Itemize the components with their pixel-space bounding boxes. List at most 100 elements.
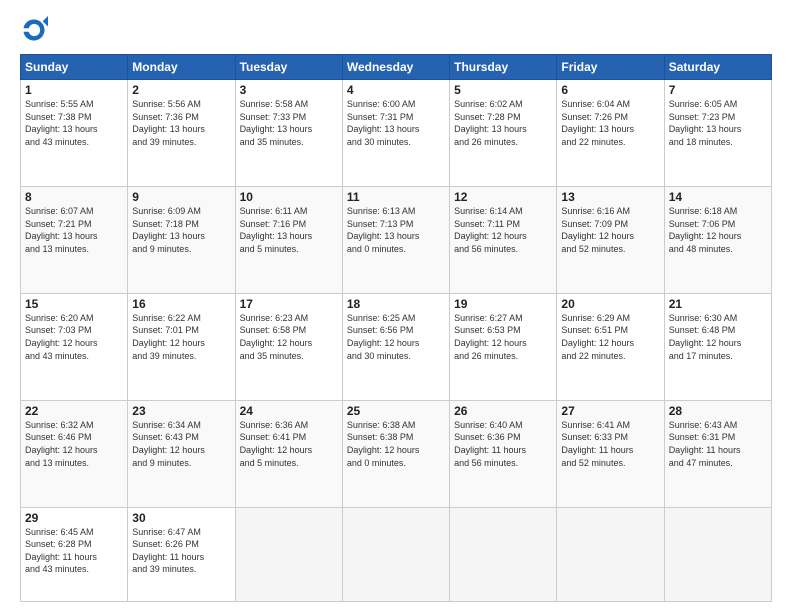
day-info: Sunrise: 6:40 AM Sunset: 6:36 PM Dayligh… <box>454 419 552 469</box>
day-info: Sunrise: 6:23 AM Sunset: 6:58 PM Dayligh… <box>240 312 338 362</box>
day-number: 21 <box>669 297 767 311</box>
header <box>20 16 772 44</box>
day-info: Sunrise: 6:30 AM Sunset: 6:48 PM Dayligh… <box>669 312 767 362</box>
day-number: 15 <box>25 297 123 311</box>
calendar-cell: 30Sunrise: 6:47 AM Sunset: 6:26 PM Dayli… <box>128 507 235 601</box>
calendar-cell <box>450 507 557 601</box>
day-number: 8 <box>25 190 123 204</box>
day-info: Sunrise: 6:41 AM Sunset: 6:33 PM Dayligh… <box>561 419 659 469</box>
calendar-cell: 16Sunrise: 6:22 AM Sunset: 7:01 PM Dayli… <box>128 293 235 400</box>
day-info: Sunrise: 6:29 AM Sunset: 6:51 PM Dayligh… <box>561 312 659 362</box>
calendar-cell: 8Sunrise: 6:07 AM Sunset: 7:21 PM Daylig… <box>21 186 128 293</box>
calendar-week-row: 8Sunrise: 6:07 AM Sunset: 7:21 PM Daylig… <box>21 186 772 293</box>
column-header-saturday: Saturday <box>664 55 771 80</box>
day-number: 1 <box>25 83 123 97</box>
column-header-wednesday: Wednesday <box>342 55 449 80</box>
day-info: Sunrise: 6:32 AM Sunset: 6:46 PM Dayligh… <box>25 419 123 469</box>
day-info: Sunrise: 6:36 AM Sunset: 6:41 PM Dayligh… <box>240 419 338 469</box>
calendar-cell: 10Sunrise: 6:11 AM Sunset: 7:16 PM Dayli… <box>235 186 342 293</box>
logo <box>20 16 54 44</box>
day-number: 2 <box>132 83 230 97</box>
day-number: 11 <box>347 190 445 204</box>
calendar-cell <box>557 507 664 601</box>
day-info: Sunrise: 6:07 AM Sunset: 7:21 PM Dayligh… <box>25 205 123 255</box>
day-number: 30 <box>132 511 230 525</box>
day-info: Sunrise: 6:04 AM Sunset: 7:26 PM Dayligh… <box>561 98 659 148</box>
calendar-cell: 15Sunrise: 6:20 AM Sunset: 7:03 PM Dayli… <box>21 293 128 400</box>
day-info: Sunrise: 6:00 AM Sunset: 7:31 PM Dayligh… <box>347 98 445 148</box>
calendar-cell: 1Sunrise: 5:55 AM Sunset: 7:38 PM Daylig… <box>21 80 128 187</box>
day-number: 4 <box>347 83 445 97</box>
calendar-cell: 17Sunrise: 6:23 AM Sunset: 6:58 PM Dayli… <box>235 293 342 400</box>
day-number: 5 <box>454 83 552 97</box>
calendar-cell: 25Sunrise: 6:38 AM Sunset: 6:38 PM Dayli… <box>342 400 449 507</box>
calendar-cell: 19Sunrise: 6:27 AM Sunset: 6:53 PM Dayli… <box>450 293 557 400</box>
day-number: 24 <box>240 404 338 418</box>
calendar-cell: 6Sunrise: 6:04 AM Sunset: 7:26 PM Daylig… <box>557 80 664 187</box>
day-info: Sunrise: 6:14 AM Sunset: 7:11 PM Dayligh… <box>454 205 552 255</box>
day-number: 23 <box>132 404 230 418</box>
column-header-sunday: Sunday <box>21 55 128 80</box>
calendar-week-row: 29Sunrise: 6:45 AM Sunset: 6:28 PM Dayli… <box>21 507 772 601</box>
calendar-cell: 29Sunrise: 6:45 AM Sunset: 6:28 PM Dayli… <box>21 507 128 601</box>
day-info: Sunrise: 6:47 AM Sunset: 6:26 PM Dayligh… <box>132 526 230 576</box>
calendar-cell <box>664 507 771 601</box>
calendar-header-row: SundayMondayTuesdayWednesdayThursdayFrid… <box>21 55 772 80</box>
day-number: 16 <box>132 297 230 311</box>
calendar-week-row: 15Sunrise: 6:20 AM Sunset: 7:03 PM Dayli… <box>21 293 772 400</box>
day-info: Sunrise: 5:58 AM Sunset: 7:33 PM Dayligh… <box>240 98 338 148</box>
day-number: 6 <box>561 83 659 97</box>
day-info: Sunrise: 6:09 AM Sunset: 7:18 PM Dayligh… <box>132 205 230 255</box>
day-number: 12 <box>454 190 552 204</box>
day-info: Sunrise: 6:45 AM Sunset: 6:28 PM Dayligh… <box>25 526 123 576</box>
calendar-table: SundayMondayTuesdayWednesdayThursdayFrid… <box>20 54 772 602</box>
day-number: 9 <box>132 190 230 204</box>
day-info: Sunrise: 5:56 AM Sunset: 7:36 PM Dayligh… <box>132 98 230 148</box>
calendar-cell: 2Sunrise: 5:56 AM Sunset: 7:36 PM Daylig… <box>128 80 235 187</box>
calendar-cell: 20Sunrise: 6:29 AM Sunset: 6:51 PM Dayli… <box>557 293 664 400</box>
day-number: 25 <box>347 404 445 418</box>
day-info: Sunrise: 6:13 AM Sunset: 7:13 PM Dayligh… <box>347 205 445 255</box>
column-header-thursday: Thursday <box>450 55 557 80</box>
calendar-cell <box>342 507 449 601</box>
day-number: 17 <box>240 297 338 311</box>
calendar-cell: 23Sunrise: 6:34 AM Sunset: 6:43 PM Dayli… <box>128 400 235 507</box>
day-info: Sunrise: 6:20 AM Sunset: 7:03 PM Dayligh… <box>25 312 123 362</box>
calendar-cell: 24Sunrise: 6:36 AM Sunset: 6:41 PM Dayli… <box>235 400 342 507</box>
day-number: 18 <box>347 297 445 311</box>
calendar-cell: 13Sunrise: 6:16 AM Sunset: 7:09 PM Dayli… <box>557 186 664 293</box>
day-number: 20 <box>561 297 659 311</box>
day-number: 3 <box>240 83 338 97</box>
day-number: 7 <box>669 83 767 97</box>
calendar-cell: 26Sunrise: 6:40 AM Sunset: 6:36 PM Dayli… <box>450 400 557 507</box>
calendar-cell: 12Sunrise: 6:14 AM Sunset: 7:11 PM Dayli… <box>450 186 557 293</box>
calendar-cell: 3Sunrise: 5:58 AM Sunset: 7:33 PM Daylig… <box>235 80 342 187</box>
day-number: 13 <box>561 190 659 204</box>
day-number: 29 <box>25 511 123 525</box>
day-info: Sunrise: 6:27 AM Sunset: 6:53 PM Dayligh… <box>454 312 552 362</box>
day-number: 19 <box>454 297 552 311</box>
day-info: Sunrise: 6:34 AM Sunset: 6:43 PM Dayligh… <box>132 419 230 469</box>
day-info: Sunrise: 5:55 AM Sunset: 7:38 PM Dayligh… <box>25 98 123 148</box>
column-header-tuesday: Tuesday <box>235 55 342 80</box>
calendar-cell: 7Sunrise: 6:05 AM Sunset: 7:23 PM Daylig… <box>664 80 771 187</box>
day-number: 27 <box>561 404 659 418</box>
day-number: 28 <box>669 404 767 418</box>
day-info: Sunrise: 6:05 AM Sunset: 7:23 PM Dayligh… <box>669 98 767 148</box>
calendar-cell: 14Sunrise: 6:18 AM Sunset: 7:06 PM Dayli… <box>664 186 771 293</box>
column-header-friday: Friday <box>557 55 664 80</box>
calendar-cell: 21Sunrise: 6:30 AM Sunset: 6:48 PM Dayli… <box>664 293 771 400</box>
day-number: 14 <box>669 190 767 204</box>
calendar-cell: 28Sunrise: 6:43 AM Sunset: 6:31 PM Dayli… <box>664 400 771 507</box>
day-number: 22 <box>25 404 123 418</box>
calendar-cell <box>235 507 342 601</box>
calendar-cell: 9Sunrise: 6:09 AM Sunset: 7:18 PM Daylig… <box>128 186 235 293</box>
calendar-week-row: 22Sunrise: 6:32 AM Sunset: 6:46 PM Dayli… <box>21 400 772 507</box>
day-info: Sunrise: 6:22 AM Sunset: 7:01 PM Dayligh… <box>132 312 230 362</box>
calendar-cell: 27Sunrise: 6:41 AM Sunset: 6:33 PM Dayli… <box>557 400 664 507</box>
calendar-week-row: 1Sunrise: 5:55 AM Sunset: 7:38 PM Daylig… <box>21 80 772 187</box>
day-info: Sunrise: 6:16 AM Sunset: 7:09 PM Dayligh… <box>561 205 659 255</box>
day-info: Sunrise: 6:11 AM Sunset: 7:16 PM Dayligh… <box>240 205 338 255</box>
calendar-cell: 22Sunrise: 6:32 AM Sunset: 6:46 PM Dayli… <box>21 400 128 507</box>
calendar-cell: 18Sunrise: 6:25 AM Sunset: 6:56 PM Dayli… <box>342 293 449 400</box>
